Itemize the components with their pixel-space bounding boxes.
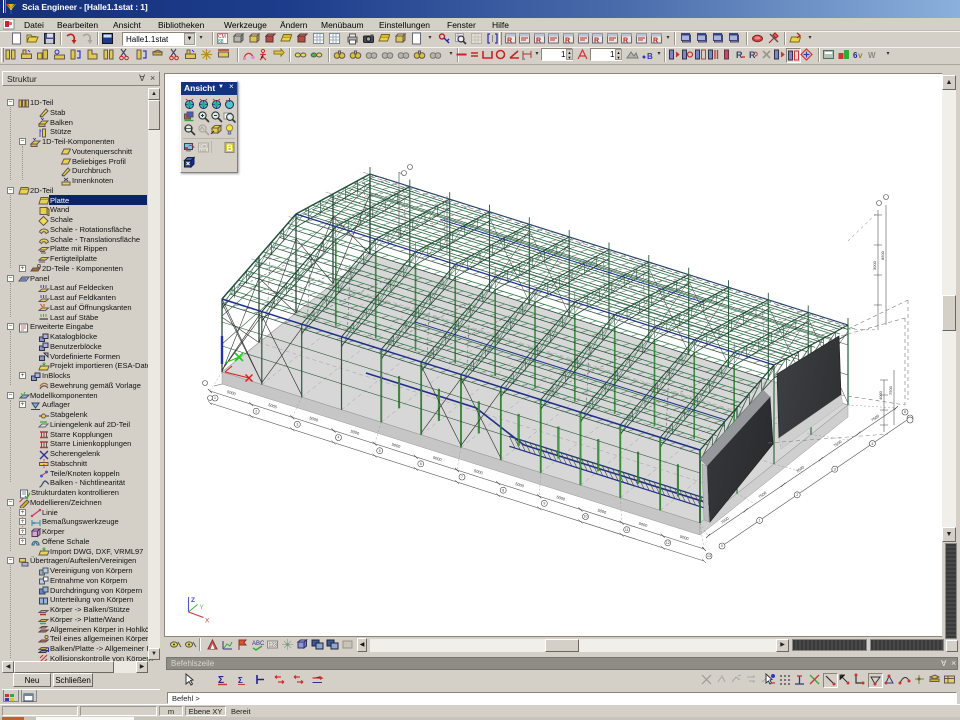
svg-text:4: 4 [871, 442, 873, 446]
svg-text:5000: 5000 [474, 468, 485, 476]
svg-text:9: 9 [543, 502, 545, 506]
svg-text:R: R [594, 38, 599, 45]
svg-text:R: R [536, 38, 541, 45]
svg-text:X: X [205, 618, 210, 625]
svg-text:4000: 4000 [878, 390, 883, 400]
svg-text:2: 2 [255, 409, 257, 413]
svg-text:0: 0 [721, 544, 723, 548]
svg-text:11: 11 [625, 528, 629, 532]
svg-text:B: B [647, 52, 653, 61]
svg-text:5000: 5000 [638, 521, 649, 529]
svg-text:10: 10 [584, 515, 588, 519]
svg-text:5000: 5000 [350, 429, 361, 437]
svg-text:5000: 5000 [432, 455, 443, 463]
svg-text:88: 88 [218, 39, 224, 45]
svg-text:2: 2 [796, 493, 798, 497]
svg-text:3: 3 [296, 423, 298, 427]
svg-text:7: 7 [461, 475, 463, 479]
svg-text:ABC: ABC [252, 641, 264, 647]
svg-text:5000: 5000 [679, 534, 690, 542]
svg-text:R: R [736, 50, 743, 60]
svg-text:8: 8 [904, 410, 906, 414]
svg-text:5000: 5000 [597, 508, 608, 516]
svg-text:5000: 5000 [309, 415, 320, 423]
svg-text:1: 1 [759, 519, 761, 523]
svg-text:5000: 5000 [227, 389, 238, 397]
svg-text:R: R [507, 38, 512, 45]
svg-text:5000: 5000 [515, 481, 526, 489]
svg-text:5000: 5000 [391, 442, 402, 450]
svg-text:4: 4 [338, 436, 340, 440]
svg-text:6: 6 [420, 462, 422, 466]
svg-text:13: 13 [707, 554, 711, 558]
svg-text:B: B [227, 143, 234, 153]
svg-text:5000: 5000 [556, 494, 567, 502]
svg-text:12: 12 [666, 541, 670, 545]
svg-text:3: 3 [834, 467, 836, 471]
svg-text:W: W [868, 51, 876, 60]
svg-text:123: 123 [200, 148, 207, 153]
svg-text:Z: Z [191, 597, 195, 604]
svg-text:3000: 3000 [872, 260, 877, 270]
svg-text:8: 8 [502, 488, 504, 492]
svg-text:7500: 7500 [795, 464, 806, 474]
svg-text:7500: 7500 [757, 490, 768, 500]
svg-text:7500: 7500 [870, 413, 881, 423]
svg-text:123: 123 [269, 643, 278, 649]
svg-text:Y: Y [200, 604, 205, 611]
svg-text:8500: 8500 [880, 250, 885, 260]
svg-text:5: 5 [379, 449, 381, 453]
svg-text:R: R [749, 50, 756, 60]
svg-text:R: R [623, 38, 628, 45]
svg-text:5000: 5000 [268, 402, 279, 410]
svg-text:v: v [858, 51, 863, 60]
svg-text:7500: 7500 [888, 385, 893, 395]
svg-text:R: R [565, 38, 570, 45]
svg-text:7500: 7500 [832, 438, 843, 448]
svg-text:Σ: Σ [238, 676, 243, 685]
svg-text:R: R [653, 38, 658, 45]
svg-text:1: 1 [214, 396, 216, 400]
